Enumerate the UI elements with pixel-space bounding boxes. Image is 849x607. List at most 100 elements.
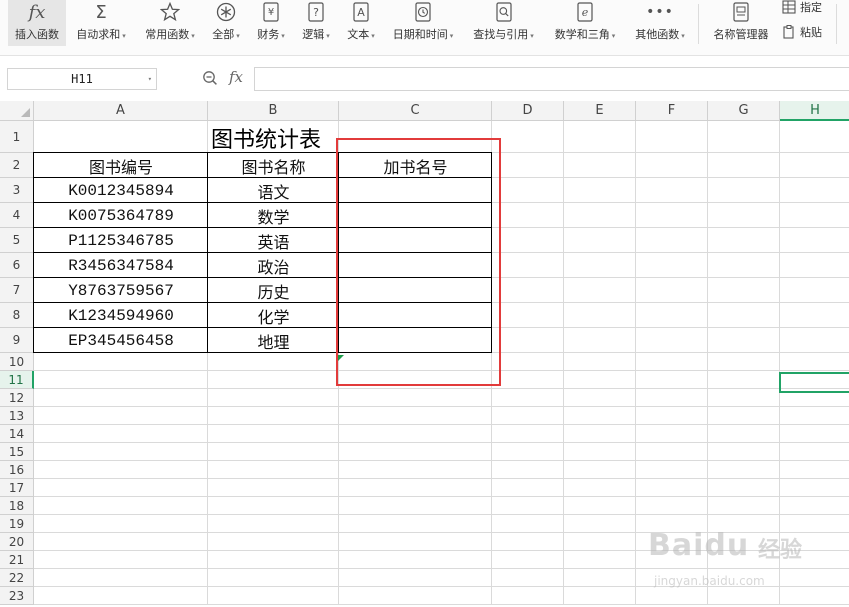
chevron-down-icon[interactable]: ▾ — [148, 75, 152, 83]
grid-cell[interactable] — [780, 479, 849, 497]
grid-cell[interactable] — [492, 303, 564, 328]
grid-cell[interactable] — [492, 407, 564, 425]
grid-cell[interactable] — [780, 497, 849, 515]
grid-cell[interactable] — [492, 371, 564, 389]
grid-cell[interactable] — [708, 443, 780, 461]
grid-cell[interactable] — [339, 515, 492, 533]
grid-cell[interactable] — [34, 407, 208, 425]
name-manager-button[interactable]: 名称管理器 — [706, 0, 776, 46]
financial-button[interactable]: ¥ 财务 ▾ — [251, 0, 291, 46]
grid-cell[interactable] — [636, 533, 708, 551]
select-all-corner[interactable] — [0, 101, 34, 121]
grid-cell[interactable] — [339, 407, 492, 425]
grid-cell[interactable] — [564, 203, 636, 228]
grid-cell[interactable] — [492, 153, 564, 178]
grid-cell[interactable] — [492, 389, 564, 407]
grid-cell[interactable] — [492, 479, 564, 497]
grid-cell[interactable] — [636, 443, 708, 461]
grid-cell[interactable] — [636, 407, 708, 425]
book-code-cell[interactable]: P1125346785 — [34, 228, 208, 253]
grid-cell[interactable] — [34, 353, 208, 371]
grid-cell[interactable] — [492, 121, 564, 153]
grid-cell[interactable] — [636, 253, 708, 278]
grid-cell[interactable] — [208, 407, 339, 425]
math-trig-button[interactable]: e 数学和三角 ▾ — [548, 0, 622, 46]
grid-cell[interactable] — [780, 407, 849, 425]
grid-cell[interactable] — [708, 328, 780, 353]
grid-cell[interactable] — [636, 569, 708, 587]
column-header-a[interactable]: A — [34, 101, 208, 121]
row-header-6[interactable]: 6 — [0, 253, 34, 278]
grid-cell[interactable] — [636, 303, 708, 328]
grid-cell[interactable] — [780, 328, 849, 353]
grid-cell[interactable] — [636, 461, 708, 479]
grid-cell[interactable] — [564, 443, 636, 461]
grid-cell[interactable] — [564, 533, 636, 551]
table-header-cell[interactable]: 图书名称 — [208, 153, 339, 178]
grid-cell[interactable] — [208, 515, 339, 533]
grid-cell[interactable] — [339, 461, 492, 479]
grid-cell[interactable] — [492, 203, 564, 228]
grid-cell[interactable] — [492, 569, 564, 587]
book-name-cell[interactable]: 数学 — [208, 203, 339, 228]
paste-name-button[interactable]: 粘贴 — [782, 23, 822, 41]
grid-cell[interactable] — [564, 303, 636, 328]
grid-cell[interactable] — [34, 371, 208, 389]
grid-cell[interactable] — [636, 203, 708, 228]
grid-cell[interactable] — [339, 497, 492, 515]
row-header-8[interactable]: 8 — [0, 303, 34, 328]
grid-cell[interactable] — [34, 425, 208, 443]
grid-cell[interactable] — [780, 533, 849, 551]
row-header-16[interactable]: 16 — [0, 461, 34, 479]
book-name-cell[interactable]: 语文 — [208, 178, 339, 203]
name-box[interactable]: H11 ▾ — [7, 68, 157, 90]
grid-cell[interactable] — [708, 371, 780, 389]
book-code-cell[interactable]: K0075364789 — [34, 203, 208, 228]
row-header-13[interactable]: 13 — [0, 407, 34, 425]
grid-cell[interactable] — [339, 443, 492, 461]
grid-cell[interactable] — [208, 533, 339, 551]
grid-cell[interactable] — [208, 569, 339, 587]
row-header-2[interactable]: 2 — [0, 153, 34, 178]
grid-cell[interactable] — [636, 389, 708, 407]
grid-cell[interactable] — [564, 278, 636, 303]
grid-cell[interactable] — [708, 497, 780, 515]
grid-cell[interactable] — [564, 328, 636, 353]
grid-cell[interactable] — [636, 228, 708, 253]
grid-cell[interactable] — [780, 551, 849, 569]
row-header-18[interactable]: 18 — [0, 497, 34, 515]
grid-cell[interactable] — [708, 551, 780, 569]
grid-cell[interactable] — [564, 228, 636, 253]
grid-cell[interactable] — [636, 153, 708, 178]
define-name-button[interactable]: 指定 — [782, 0, 822, 16]
row-header-9[interactable]: 9 — [0, 328, 34, 353]
grid-cell[interactable] — [208, 479, 339, 497]
grid-cell[interactable] — [780, 353, 849, 371]
grid-cell[interactable] — [339, 425, 492, 443]
logical-button[interactable]: ? 逻辑 ▾ — [296, 0, 336, 46]
grid-cell[interactable] — [564, 551, 636, 569]
grid-cell[interactable] — [492, 353, 564, 371]
row-header-3[interactable]: 3 — [0, 178, 34, 203]
grid-cell[interactable] — [780, 203, 849, 228]
grid-cell[interactable] — [34, 461, 208, 479]
grid-cell[interactable] — [708, 461, 780, 479]
row-header-12[interactable]: 12 — [0, 389, 34, 407]
grid-cell[interactable] — [636, 587, 708, 605]
grid-cell[interactable] — [708, 203, 780, 228]
grid-cell[interactable] — [208, 443, 339, 461]
row-header-4[interactable]: 4 — [0, 203, 34, 228]
grid-cell[interactable] — [564, 569, 636, 587]
grid-cell[interactable] — [708, 353, 780, 371]
grid-cell[interactable] — [564, 461, 636, 479]
grid-cell[interactable] — [34, 551, 208, 569]
row-header-10[interactable]: 10 — [0, 353, 34, 371]
book-code-cell[interactable]: K1234594960 — [34, 303, 208, 328]
grid-cell[interactable] — [492, 497, 564, 515]
grid-cell[interactable] — [564, 178, 636, 203]
row-header-21[interactable]: 21 — [0, 551, 34, 569]
column-header-h[interactable]: H — [780, 101, 849, 121]
grid-cell[interactable] — [492, 587, 564, 605]
grid-cell[interactable] — [636, 121, 708, 153]
grid-cell[interactable] — [492, 443, 564, 461]
